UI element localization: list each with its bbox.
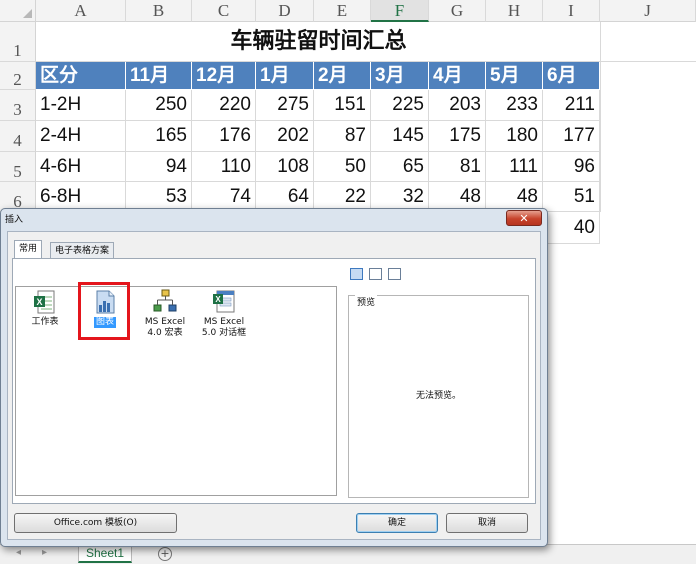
details-view-icon[interactable] [388, 268, 401, 280]
svg-text:X: X [215, 295, 221, 304]
svg-text:X: X [36, 297, 42, 307]
item-worksheet[interactable]: X 工作表 [17, 289, 73, 328]
chart-item-highlight [78, 282, 130, 340]
table-cell[interactable]: 4-6H [36, 152, 126, 182]
tab-spreadsheet-solutions[interactable]: 电子表格方案 [50, 242, 115, 259]
table-cell[interactable]: 202 [256, 121, 314, 152]
table-cell[interactable]: 145 [371, 121, 429, 152]
row-header-2[interactable]: 2 [0, 62, 36, 90]
column-header-f[interactable]: F [371, 0, 429, 22]
header-cell[interactable]: 区分 [36, 62, 126, 90]
table-cell[interactable]: 175 [429, 121, 486, 152]
add-sheet-icon[interactable]: + [158, 547, 172, 561]
table-cell[interactable]: 94 [126, 152, 192, 182]
header-cell[interactable]: 6月 [543, 62, 600, 90]
table-cell[interactable]: 87 [314, 121, 371, 152]
table-cell[interactable]: 180 [486, 121, 543, 152]
tab-common[interactable]: 常用 [14, 240, 43, 259]
table-cell[interactable]: 177 [543, 121, 600, 152]
no-preview-text: 无法预览。 [415, 391, 461, 401]
item-label-excel-4-macro-line1: MS Excel [144, 317, 186, 327]
header-cell[interactable]: 4月 [429, 62, 486, 90]
header-cell[interactable]: 1月 [256, 62, 314, 90]
header-cell[interactable]: 2月 [314, 62, 371, 90]
preview-pane: 预览 无法预览。 [348, 295, 529, 498]
column-header-j[interactable]: J [600, 0, 696, 22]
tab-nav-left-icon[interactable]: ◂ [16, 547, 21, 558]
row-header-4[interactable]: 4 [0, 121, 36, 152]
table-cell[interactable]: 220 [192, 90, 256, 121]
column-header-a[interactable]: A [36, 0, 126, 22]
table-cell[interactable]: 51 [543, 182, 600, 212]
large-icons-view-icon[interactable] [350, 268, 363, 280]
partial-cell[interactable]: 40 [543, 212, 600, 244]
row-header-3[interactable]: 3 [0, 90, 36, 121]
column-header-d[interactable]: D [256, 0, 314, 22]
dialog-sheet-icon: X [213, 290, 235, 313]
header-cell[interactable]: 3月 [371, 62, 429, 90]
list-view-icon[interactable] [369, 268, 382, 280]
preview-label: 预览 [355, 295, 378, 308]
table-cell[interactable]: 275 [256, 90, 314, 121]
table-cell[interactable]: 81 [429, 152, 486, 182]
table-cell[interactable]: 65 [371, 152, 429, 182]
column-header-h[interactable]: H [486, 0, 543, 22]
table-cell[interactable]: 2-4H [36, 121, 126, 152]
header-cell[interactable]: 11月 [126, 62, 192, 90]
table-cell[interactable]: 108 [256, 152, 314, 182]
table-cell[interactable]: 96 [543, 152, 600, 182]
header-cell[interactable]: 12月 [192, 62, 256, 90]
item-label-excel-4-macro-line2: 4.0 宏表 [147, 328, 183, 338]
column-header-g[interactable]: G [429, 0, 486, 22]
sheet-tab-sheet1[interactable]: Sheet1 [78, 545, 132, 563]
table-cell[interactable]: 1-2H [36, 90, 126, 121]
item-excel-5-dialog[interactable]: X MS Excel 5.0 对话框 [196, 289, 252, 339]
ok-button[interactable]: 确定 [356, 513, 438, 533]
column-header-i[interactable]: I [543, 0, 600, 22]
close-button[interactable]: ✕ [506, 210, 542, 226]
table-title[interactable]: 车辆驻留时间汇总 [36, 22, 601, 62]
macro-sheet-icon [153, 289, 177, 312]
table-cell[interactable]: 50 [314, 152, 371, 182]
cancel-button[interactable]: 取消 [446, 513, 528, 533]
column-header-c[interactable]: C [192, 0, 256, 22]
item-excel-4-macro[interactable]: MS Excel 4.0 宏表 [137, 289, 193, 339]
table-cell[interactable]: 233 [486, 90, 543, 121]
item-label-excel-5-dialog-line1: MS Excel [203, 317, 245, 327]
row-header-5[interactable]: 5 [0, 152, 36, 182]
header-cell[interactable]: 5月 [486, 62, 543, 90]
item-label-excel-5-dialog-line2: 5.0 对话框 [201, 328, 247, 338]
item-label-worksheet: 工作表 [31, 317, 59, 327]
select-all-corner[interactable] [0, 0, 36, 22]
table-cell[interactable]: 165 [126, 121, 192, 152]
table-cell[interactable]: 250 [126, 90, 192, 121]
column-header-b[interactable]: B [126, 0, 192, 22]
dialog-title: 插入 [5, 215, 24, 225]
table-cell[interactable]: 211 [543, 90, 600, 121]
table-cell[interactable]: 111 [486, 152, 543, 182]
tab-nav-right-icon[interactable]: ▸ [42, 547, 47, 558]
column-header-e[interactable]: E [314, 0, 371, 22]
table-cell[interactable]: 225 [371, 90, 429, 121]
table-cell[interactable]: 203 [429, 90, 486, 121]
table-cell[interactable]: 110 [192, 152, 256, 182]
sheet-tab-bar: ◂ ▸ Sheet1 + [0, 544, 696, 564]
excel-sheet-icon: X [34, 290, 55, 314]
row-header-1[interactable]: 1 [0, 22, 36, 62]
table-cell[interactable]: 176 [192, 121, 256, 152]
table-cell[interactable]: 151 [314, 90, 371, 121]
office-templates-button[interactable]: Office.com 模板(O) [14, 513, 177, 533]
